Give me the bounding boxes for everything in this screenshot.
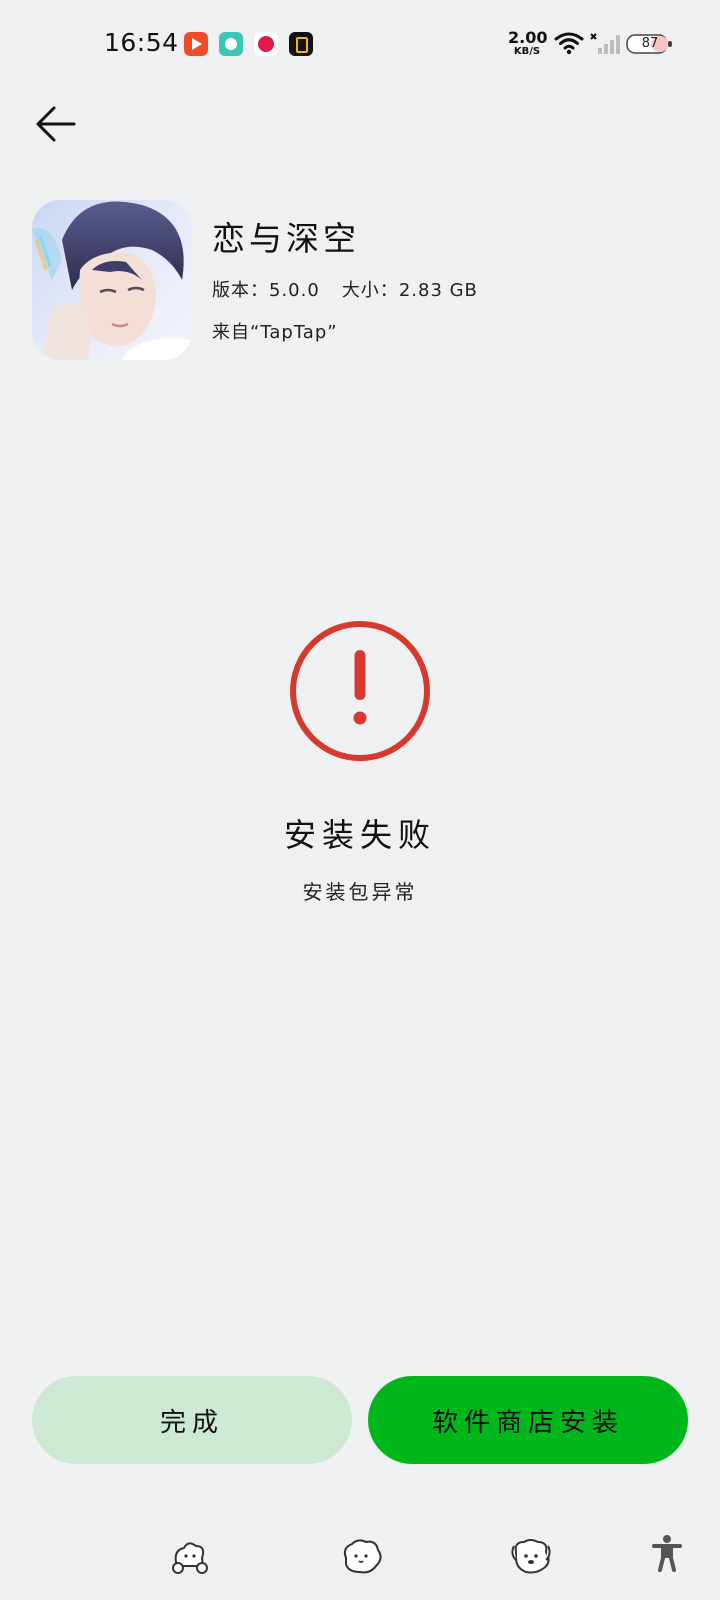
status-bar: 16:54 2.00 KB/S 87 (0, 0, 720, 90)
battery-level: 87 (641, 36, 659, 51)
app-icon (32, 200, 192, 360)
reader-app-notification-icon (289, 32, 313, 56)
back-nav-icon[interactable] (508, 1536, 554, 1576)
done-button[interactable]: 完成 (32, 1376, 352, 1464)
video-app-notification-icon (184, 32, 208, 56)
store-install-button-label: 软件商店安装 (431, 1407, 624, 1438)
battery-icon: 87 (626, 33, 674, 55)
network-speed-unit: KB/S (513, 46, 541, 57)
arrow-left-icon (36, 106, 76, 142)
size-value: 2.83 GB (398, 280, 478, 301)
install-status-subtitle: 安装包异常 (302, 880, 418, 904)
home-nav-icon[interactable] (338, 1536, 384, 1576)
store-install-button[interactable]: 软件商店安装 (368, 1376, 688, 1464)
size-label: 大小： (341, 280, 399, 301)
menu-nav-icon[interactable] (166, 1536, 212, 1576)
version-value: 5.0.0 (269, 280, 320, 301)
install-status-title: 安装失败 (283, 816, 436, 854)
app-version-size: 版本：5.0.0 大小：2.83 GB (212, 276, 478, 302)
status-time: 16:54 (104, 28, 179, 57)
navigation-bar (0, 1518, 720, 1600)
music-app-notification-icon (254, 32, 278, 56)
wifi-icon (554, 32, 584, 55)
accessibility-icon[interactable] (652, 1534, 682, 1572)
app-name: 恋与深空 (212, 219, 360, 258)
error-exclamation-icon (290, 621, 430, 761)
network-speed-value: 2.00 (508, 28, 548, 47)
network-speed: 2.00 KB/S (508, 28, 548, 57)
cellular-signal-icon (590, 33, 620, 54)
version-label: 版本： (212, 280, 269, 301)
back-button[interactable] (30, 100, 82, 148)
app-source: 来自“TapTap” (212, 322, 338, 343)
done-button-label: 完成 (159, 1407, 224, 1438)
chat-app-notification-icon (219, 32, 243, 56)
